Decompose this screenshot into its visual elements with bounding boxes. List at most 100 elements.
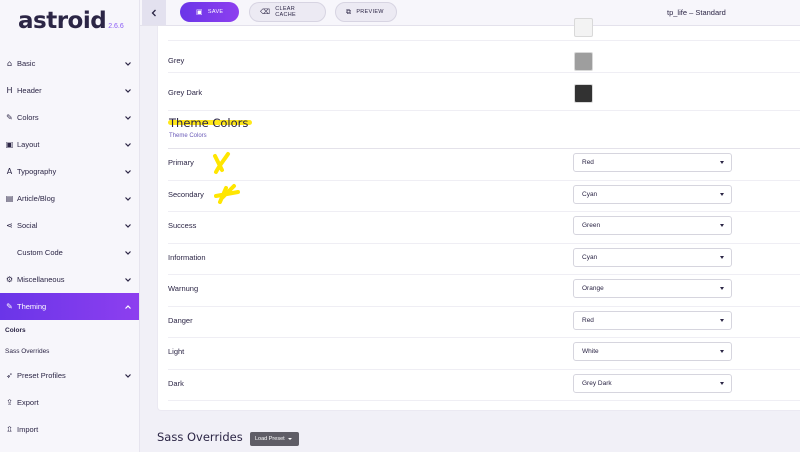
sidebar-item-label: Typography [17, 167, 57, 176]
clear-cache-button[interactable]: ⌫ CLEAR CACHE [249, 2, 326, 22]
sidebar-item-miscellaneous[interactable]: ⚙ Miscellaneous [0, 266, 139, 293]
theme-color-row: Dark Grey Dark [168, 369, 800, 401]
theme-color-label: Warnung [168, 284, 199, 293]
sidebar-item-label: Social [17, 221, 38, 230]
sidebar-item-label: Import [17, 425, 39, 434]
sidebar-subitem-sass-overrides[interactable]: Sass Overrides [0, 341, 139, 362]
sidebar-item-label: Layout [17, 140, 40, 149]
sidebar-item-basic[interactable]: ⌂ Basic [0, 50, 139, 77]
sidebar-item-social[interactable]: ⋖ Social [0, 212, 139, 239]
preview-label: PREVIEW [356, 9, 384, 15]
chevron-down-icon [125, 115, 131, 120]
sidebar-item-import[interactable]: ⇫ Import [0, 416, 139, 443]
colors-settings-card: Grey Grey Dark Theme Colors Theme Colors… [157, 18, 800, 411]
chevron-down-icon [125, 277, 131, 282]
sass-overrides-title: Sass Overrides [157, 430, 243, 444]
color-swatch[interactable] [574, 84, 593, 103]
sidebar-item-layout[interactable]: ▣ Layout [0, 131, 139, 158]
caret-down-icon [720, 161, 724, 164]
preview-button[interactable]: ⧉ PREVIEW [335, 2, 397, 22]
article-icon: ▤ [5, 194, 14, 203]
sidebar-item-label: Miscellaneous [17, 275, 65, 284]
load-preset-button[interactable]: Load Preset [250, 432, 299, 446]
brush-icon: ✎ [6, 113, 13, 122]
sidebar-item-custom-code[interactable]: Custom Code [0, 239, 139, 266]
import-icon: ⇫ [6, 425, 13, 434]
save-label: SAVE [207, 9, 224, 15]
caret-down-icon [720, 224, 724, 227]
sidebar-item-label: Preset Profiles [17, 371, 66, 380]
theme-color-row: Information Cyan [168, 243, 800, 275]
collapse-sidebar-button[interactable] [142, 0, 166, 25]
chevron-down-icon [125, 169, 131, 174]
sidebar-item-label: Theming [17, 302, 47, 311]
select-value: Grey Dark [582, 379, 612, 387]
sidebar-item-typography[interactable]: A Typography [0, 158, 139, 185]
typography-icon: A [6, 167, 13, 176]
select-value: Red [582, 159, 594, 166]
color-row-light-grey [168, 18, 800, 41]
color-swatch[interactable] [574, 52, 593, 71]
sidebar-item-colors[interactable]: ✎ Colors [0, 104, 139, 131]
sidebar-item-header[interactable]: H Header [0, 77, 139, 104]
layout-icon: ▣ [5, 140, 14, 149]
select-value: Red [582, 316, 594, 324]
chevron-down-icon [125, 88, 131, 93]
caret-down-icon [720, 381, 724, 385]
sidebar-nav: ⌂ Basic H Header ✎ Colors ▣ Layout A Typography ▤ A… [0, 50, 139, 443]
sidebar-item-preset-profiles[interactable]: ➶ Preset Profiles [0, 362, 139, 389]
sidebar-item-label: Export [17, 398, 39, 407]
chevron-down-icon [125, 196, 131, 201]
sidebar-subitem-colors[interactable]: Colors [0, 320, 139, 341]
select-value: Orange [582, 285, 604, 292]
caret-down-icon [720, 192, 724, 196]
sidebar-item-label: Article/Blog [17, 194, 55, 203]
caret-down-icon [720, 318, 724, 322]
save-icon: ▣ [196, 8, 203, 16]
theme-color-select[interactable]: Cyan [573, 184, 732, 204]
chevron-up-icon [125, 304, 131, 309]
chevron-left-icon [151, 9, 156, 16]
sidebar: astroid 2.6.6 ⌂ Basic H Header ✎ Colors ▣ Layout… [0, 0, 140, 452]
sidebar-item-export[interactable]: ⇪ Export [0, 389, 139, 416]
sidebar-item-label: Custom Code [17, 248, 63, 257]
theme-color-select[interactable]: Green [573, 216, 732, 235]
theme-color-select[interactable]: Grey Dark [573, 373, 732, 393]
select-value: White [582, 348, 599, 355]
share-icon: ⋖ [6, 221, 13, 230]
sidebar-item-label: Colors [17, 113, 39, 122]
theme-color-row: Warnung Orange [168, 274, 800, 307]
theme-color-label: Success [168, 221, 197, 230]
theme-color-select[interactable]: Orange [573, 279, 732, 298]
theme-color-select[interactable]: White [573, 342, 732, 361]
theme-color-label: Dark [168, 378, 184, 388]
template-title: tp_life – Standard [667, 8, 726, 17]
caret-down-icon [720, 255, 724, 259]
color-row-grey-dark: Grey Dark [168, 72, 800, 111]
caret-down-icon [720, 287, 724, 290]
theme-color-row: Secondary Cyan [168, 180, 800, 212]
chevron-down-icon [125, 250, 131, 255]
export-icon: ⇪ [6, 398, 13, 407]
sidebar-item-article-blog[interactable]: ▤ Article/Blog [0, 185, 139, 212]
theme-color-select[interactable]: Cyan [573, 247, 732, 267]
select-value: Cyan [582, 253, 598, 261]
theme-color-select[interactable]: Red [573, 310, 732, 330]
sliders-icon: ⚙ [5, 275, 14, 284]
select-value: Cyan [582, 190, 598, 198]
sidebar-item-theming[interactable]: ✎ Theming [0, 293, 139, 320]
sidebar-item-label: Header [17, 86, 42, 95]
chevron-down-icon [125, 223, 131, 228]
caret-down-icon [720, 350, 724, 353]
highlighter-check-marks [213, 152, 240, 204]
sidebar-item-label: Basic [17, 59, 36, 68]
theme-color-label: Information [168, 252, 206, 262]
save-button[interactable]: ▣ SAVE [180, 2, 239, 22]
clear-cache-label: CLEAR CACHE [275, 6, 296, 18]
color-swatch[interactable] [574, 18, 593, 37]
rocket-icon: ➶ [6, 371, 13, 380]
header-icon: H [6, 86, 13, 95]
load-preset-label: Load Preset [255, 436, 285, 442]
chevron-down-icon [125, 61, 131, 66]
theme-color-select[interactable]: Red [573, 153, 732, 172]
